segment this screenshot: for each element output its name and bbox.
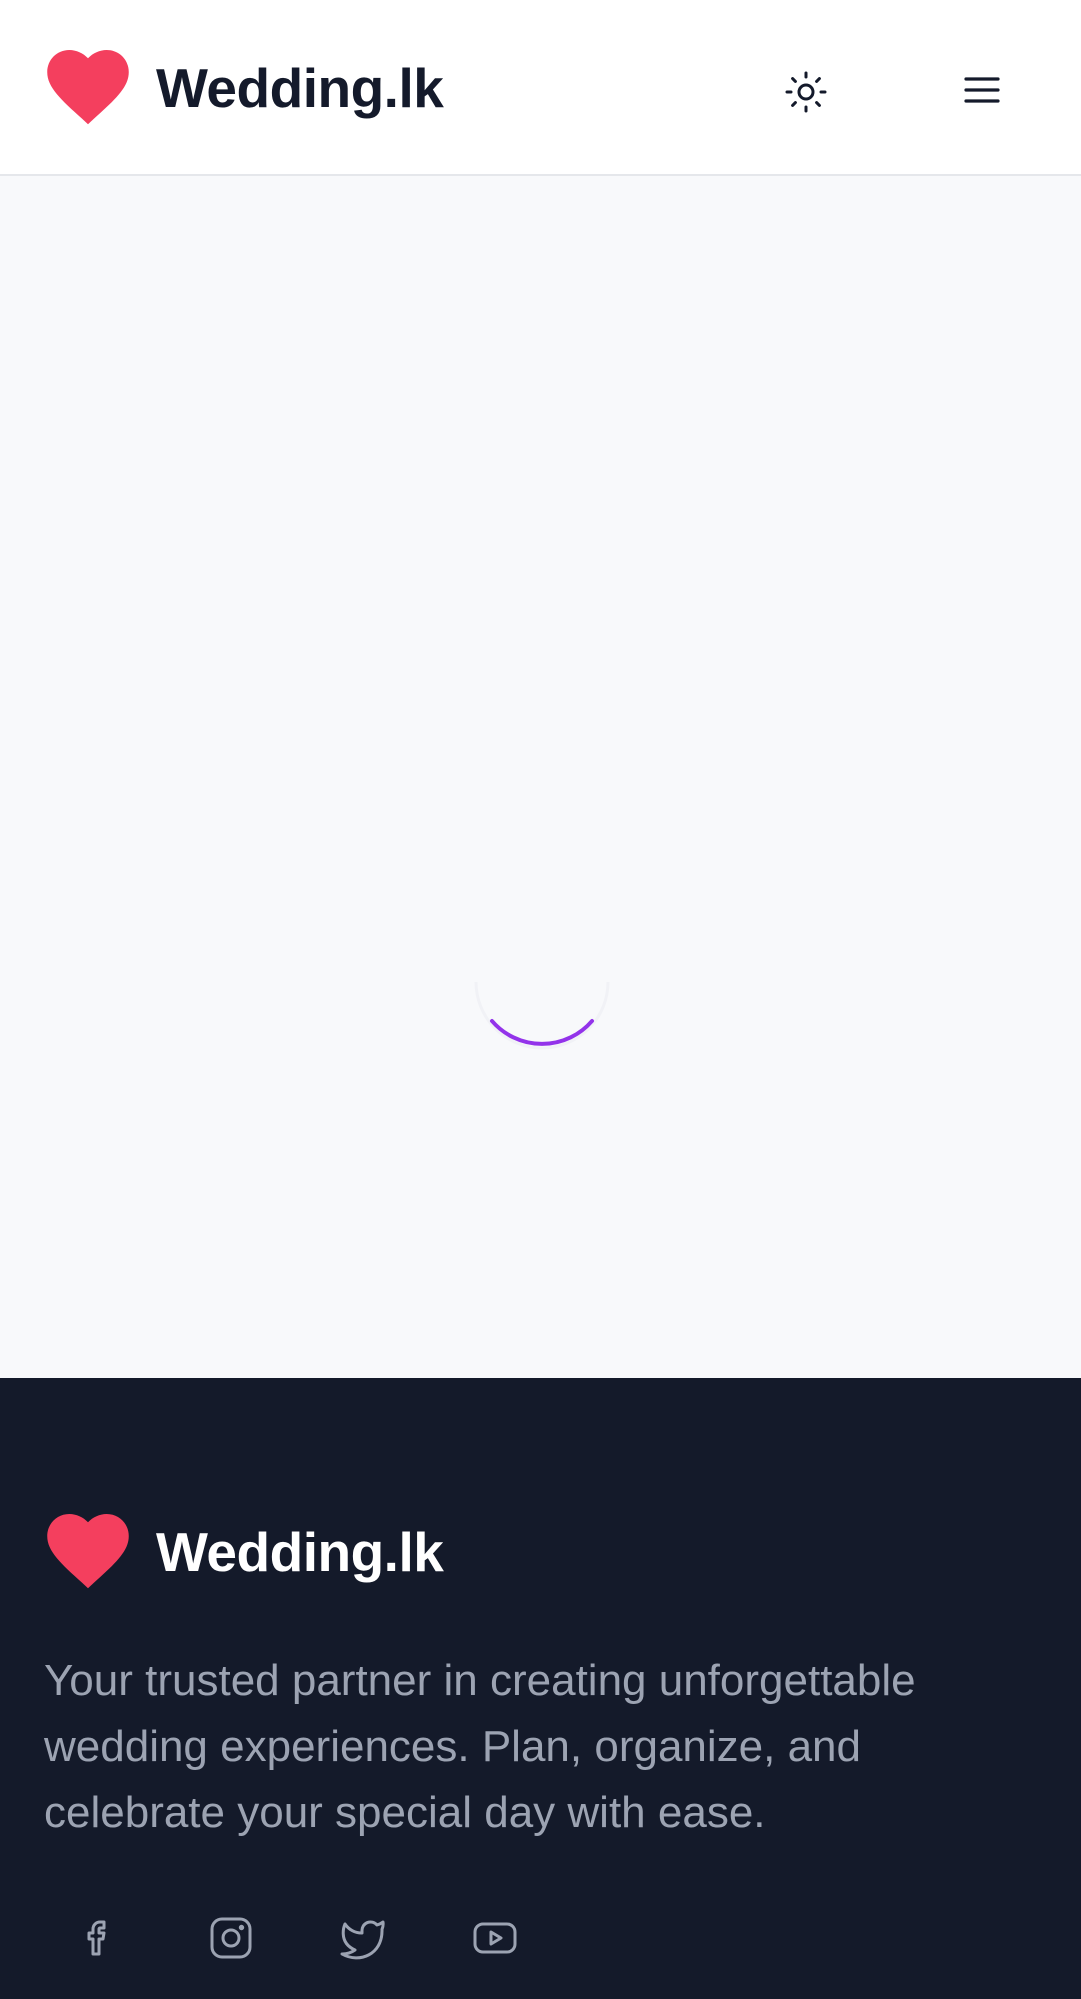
site-header: Wedding.lk bbox=[0, 0, 1081, 176]
youtube-icon bbox=[473, 1922, 517, 1954]
footer-brand-link[interactable]: Wedding.lk bbox=[46, 1514, 444, 1590]
twitter-icon bbox=[340, 1920, 385, 1960]
site-footer: Wedding.lk Your trusted partner in creat… bbox=[0, 1378, 1081, 1999]
instagram-icon bbox=[210, 1917, 252, 1959]
facebook-link[interactable] bbox=[76, 1914, 124, 1962]
instagram-link[interactable] bbox=[207, 1914, 255, 1962]
twitter-link[interactable] bbox=[339, 1914, 387, 1962]
heart-icon bbox=[47, 50, 129, 125]
footer-brand-name: Wedding.lk bbox=[156, 1520, 444, 1583]
main-content bbox=[0, 178, 1081, 1378]
facebook-icon bbox=[87, 1920, 106, 1956]
footer-tagline: Your trusted partner in creating unforge… bbox=[44, 1656, 916, 1837]
heart-icon bbox=[47, 1514, 129, 1589]
hamburger-menu-icon bbox=[964, 77, 1000, 103]
header-brand-link[interactable]: Wedding.lk bbox=[46, 50, 444, 126]
youtube-link[interactable] bbox=[471, 1914, 519, 1962]
theme-toggle-button[interactable] bbox=[782, 68, 830, 116]
loading-spinner bbox=[474, 981, 610, 1050]
sun-icon bbox=[785, 71, 827, 113]
brand-name: Wedding.lk bbox=[156, 56, 444, 119]
menu-button[interactable] bbox=[958, 66, 1006, 114]
